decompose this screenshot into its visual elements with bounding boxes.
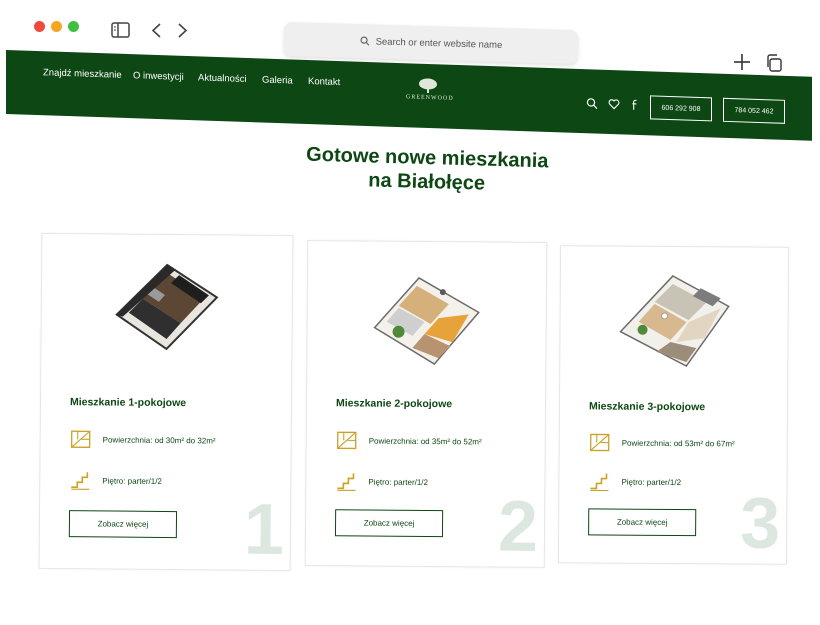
nav-link-aktualnosci[interactable]: Aktualności: [198, 72, 247, 85]
forward-arrow-icon[interactable]: [177, 22, 189, 39]
sidebar-toggle-icon[interactable]: [111, 22, 130, 38]
heart-icon[interactable]: [608, 98, 620, 110]
floor-plan-2-room-image: [373, 276, 480, 366]
area-text: Powierzchnia: od 30m² do 32m²: [102, 434, 216, 445]
search-icon: [360, 36, 369, 46]
apartment-card-1-room: Mieszkanie 1-pokojowe Powierzchnia: od 3…: [38, 232, 294, 572]
back-arrow-icon[interactable]: [150, 22, 162, 39]
floor-feature: Piętro: parter/1/2: [335, 471, 428, 492]
floor-plan-3-room-image: [618, 275, 730, 368]
maximize-window-button[interactable]: [68, 21, 79, 32]
stairs-icon: [590, 473, 609, 492]
floor-text: Piętro: parter/1/2: [621, 477, 682, 487]
facebook-icon[interactable]: [629, 99, 641, 111]
floor-plan-1-room-image: [115, 263, 219, 351]
see-more-button[interactable]: Zobacz więcej: [334, 509, 444, 538]
card-number: 1: [243, 489, 285, 571]
phone-button-2[interactable]: 784 052 462: [723, 97, 785, 124]
area-feature: Powierzchnia: od 53m² do 67m²: [589, 432, 735, 453]
section-title-line-2: na Białołęce: [368, 169, 486, 195]
site-navigation: Znajdź mieszkanie O inwestycji Aktualnoś…: [6, 50, 812, 141]
floor-text: Piętro: parter/1/2: [102, 475, 162, 486]
new-tab-plus-icon[interactable]: [733, 53, 751, 71]
nav-link-galeria[interactable]: Galeria: [262, 74, 293, 86]
address-bar[interactable]: Search or enter website name: [283, 21, 579, 65]
tree-logo-icon: [419, 78, 437, 94]
floor-feature: Piętro: parter/1/2: [588, 471, 681, 492]
section-title: Gotowe nowe mieszkania na Białołęce: [261, 141, 592, 198]
nav-link-o-inwestycji[interactable]: O inwestycji: [133, 70, 184, 83]
apartment-card-3-room: Mieszkanie 3-pokojowe Powierzchnia: od 5…: [557, 245, 790, 565]
area-plan-icon: [336, 431, 357, 450]
phone-button-1[interactable]: 606 292 908: [650, 95, 712, 122]
area-text: Powierzchnia: od 53m² do 67m²: [621, 438, 735, 448]
browser-chrome: Search or enter website name: [0, 0, 820, 72]
section-title-line-1: Gotowe nowe mieszkania: [305, 143, 549, 173]
see-more-button[interactable]: Zobacz więcej: [588, 508, 697, 537]
minimize-window-button[interactable]: [51, 21, 62, 32]
stairs-icon: [337, 473, 356, 491]
card-title: Mieszkanie 3-pokojowe: [588, 400, 706, 414]
address-placeholder: Search or enter website name: [375, 35, 503, 51]
stairs-icon: [71, 472, 90, 490]
card-number: 3: [739, 483, 781, 564]
tab-overview-icon[interactable]: [765, 54, 782, 72]
nav-link-kontakt[interactable]: Kontakt: [308, 76, 340, 88]
area-feature: Powierzchnia: od 35m² do 52m²: [336, 430, 482, 451]
close-window-button[interactable]: [34, 21, 45, 32]
card-title: Mieszkanie 1-pokojowe: [69, 396, 187, 410]
card-title: Mieszkanie 2-pokojowe: [335, 397, 453, 411]
floor-text: Piętro: parter/1/2: [368, 477, 429, 487]
greenwood-logo[interactable]: GREENWOOD: [406, 77, 454, 102]
apartment-card-2-room: Mieszkanie 2-pokojowe Powierzchnia: od 3…: [304, 240, 548, 568]
floor-feature: Piętro: parter/1/2: [69, 470, 162, 491]
area-feature: Powierzchnia: od 30m² do 32m²: [70, 429, 216, 450]
card-number: 2: [497, 486, 539, 567]
see-more-button[interactable]: Zobacz więcej: [68, 510, 178, 539]
area-text: Powierzchnia: od 35m² do 52m²: [368, 436, 482, 446]
area-plan-icon: [590, 433, 610, 452]
search-icon[interactable]: [586, 97, 598, 110]
area-plan-icon: [70, 430, 91, 448]
